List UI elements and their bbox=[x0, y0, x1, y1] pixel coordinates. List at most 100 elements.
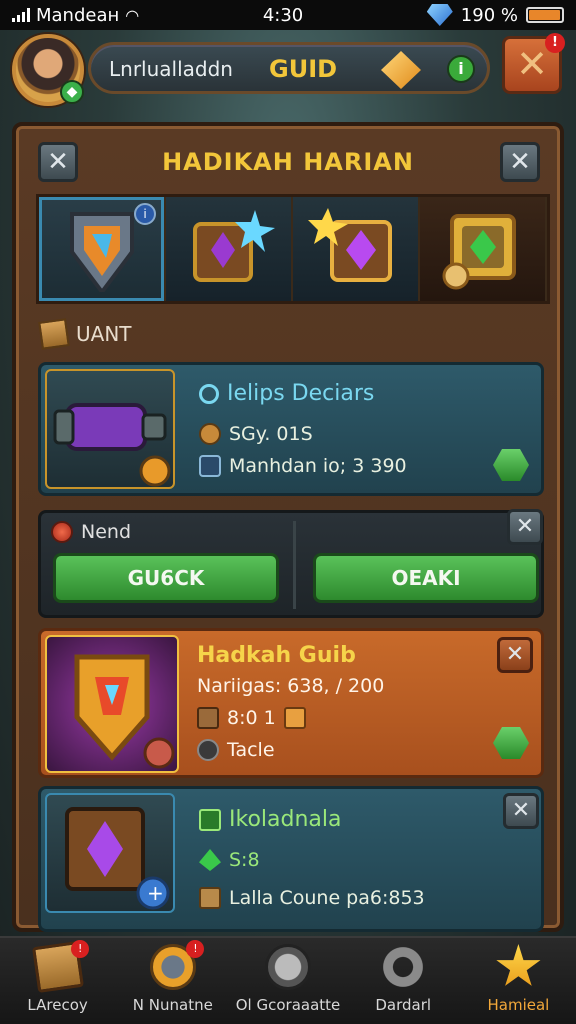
orb-button-icon bbox=[265, 944, 311, 990]
crystal-chest-icon bbox=[192, 210, 275, 282]
player-header: ◆ Lnrlualladdn GUID i ✕ ! bbox=[8, 33, 568, 106]
item1-line3: Manhdan io; 3 390 bbox=[229, 455, 407, 477]
nav-badge: ! bbox=[71, 940, 90, 958]
scroll-icon bbox=[199, 455, 221, 477]
claim-gem-icon[interactable] bbox=[493, 449, 529, 481]
reward-card-amethyst[interactable] bbox=[293, 197, 420, 301]
item1-line2: SGy. 01S bbox=[229, 423, 313, 445]
orb-icon bbox=[51, 521, 73, 543]
quest-item-cannon[interactable]: Ielips Deciars SGy. 01S Manhdan io; 3 39… bbox=[38, 362, 544, 496]
nav-label: N Nunatne bbox=[132, 996, 213, 1014]
notification-badge: ! bbox=[545, 33, 565, 53]
item4-line2: S:8 bbox=[229, 849, 260, 871]
crystal-frame-icon: + bbox=[65, 807, 170, 910]
quest-item-guild[interactable]: Hadkah Guib Nariigas: 638, / 200 8:0 1 T… bbox=[38, 628, 544, 778]
daily-quest-panel: ✕ HADIKAH HARIAN ✕ i UANT Ielips Deciars… bbox=[12, 122, 564, 932]
item1-title: Ielips Deciars bbox=[227, 381, 375, 406]
item4-title-row: Ikoladnala bbox=[199, 807, 341, 832]
deal-button[interactable]: OEAKI bbox=[313, 553, 539, 603]
hand-icon bbox=[283, 707, 306, 729]
at-icon bbox=[199, 383, 219, 404]
check-button[interactable]: GU6CK bbox=[53, 553, 279, 603]
player-name: Lnrlualladdn bbox=[109, 57, 233, 81]
item3-close-button[interactable]: ✕ bbox=[497, 637, 533, 673]
battery-icon bbox=[525, 7, 564, 23]
sword-icon bbox=[199, 887, 221, 909]
amethyst-chest-icon bbox=[307, 208, 392, 282]
item2-label-row: Nend bbox=[51, 521, 131, 543]
gem-icon bbox=[426, 4, 453, 26]
info-icon[interactable]: i bbox=[447, 55, 475, 83]
section-header: UANT bbox=[38, 318, 132, 350]
item1-line2-row: SGy. 01S bbox=[199, 423, 313, 445]
carrier-name: Mandeaн bbox=[36, 4, 120, 26]
wifi-icon: ◠ bbox=[125, 5, 140, 25]
cannon-icon bbox=[53, 403, 171, 487]
item3-line2: Nariigas: 638, / 200 bbox=[197, 675, 385, 697]
panel-title: HADIKAH HARIAN bbox=[162, 148, 414, 176]
wrench-icon bbox=[380, 944, 427, 990]
item2-label: Nend bbox=[81, 521, 132, 543]
green-gem-icon bbox=[199, 849, 221, 871]
item3-title-row: Hadkah Guib bbox=[197, 643, 356, 668]
checkbox-icon bbox=[199, 808, 221, 831]
reward-card-row: i bbox=[36, 194, 550, 304]
reward-card-shield[interactable]: i bbox=[39, 197, 166, 301]
coin-icon bbox=[199, 423, 221, 445]
nav-label: Dardarl bbox=[375, 996, 432, 1014]
guild-relic-thumbnail bbox=[45, 635, 179, 773]
item4-line3-row: Lalla Coune pa6:853 bbox=[199, 887, 425, 909]
level-badge: ◆ bbox=[60, 80, 84, 104]
clock: 4:30 bbox=[262, 4, 304, 26]
nav-tab-home[interactable]: Hamieal bbox=[461, 938, 576, 1024]
emerald-chest-icon bbox=[442, 214, 516, 290]
item3-line4: Tacle bbox=[227, 739, 275, 761]
nav-tab-missions[interactable]: ! N Nunatne bbox=[115, 938, 230, 1024]
reward-card-emerald[interactable] bbox=[420, 197, 547, 301]
item3-title: Hadkah Guib bbox=[197, 643, 356, 668]
cannon-thumbnail bbox=[45, 369, 175, 489]
close-main-button[interactable]: ✕ ! bbox=[502, 33, 565, 94]
nav-tab-guild[interactable]: Ol Gcoraaatte bbox=[230, 938, 345, 1024]
crate-icon bbox=[38, 318, 70, 350]
item1-title-row: Ielips Deciars bbox=[199, 381, 374, 406]
item3-line3: 8:0 1 bbox=[227, 707, 276, 729]
reward-card-crystal-chest[interactable] bbox=[166, 197, 293, 301]
frame-thumbnail: + bbox=[45, 793, 175, 913]
guild-label: GUID bbox=[269, 55, 338, 83]
svg-text:+: + bbox=[147, 881, 164, 905]
gear-icon bbox=[197, 739, 219, 761]
item1-line3-row: Manhdan io; 3 390 bbox=[199, 455, 407, 477]
item3-line2-row: Nariigas: 638, / 200 bbox=[197, 675, 384, 697]
nav-tab-forge[interactable]: Dardarl bbox=[346, 938, 461, 1024]
claim-gem-icon[interactable] bbox=[493, 727, 529, 759]
section-label: UANT bbox=[76, 322, 132, 346]
panel-close-right-button[interactable]: ✕ bbox=[500, 142, 540, 182]
item4-line3: Lalla Coune pa6:853 bbox=[229, 887, 425, 909]
ore-icon bbox=[197, 707, 219, 729]
card-info-icon[interactable]: i bbox=[134, 203, 156, 225]
item3-line3-row: 8:0 1 bbox=[197, 707, 306, 729]
shield-icon bbox=[69, 212, 134, 292]
item4-title: Ikoladnala bbox=[229, 807, 342, 832]
nav-tab-inventory[interactable]: ! LArecoy bbox=[0, 938, 115, 1024]
guild-crystal-icon bbox=[381, 51, 421, 89]
status-bar: Mandeaн ◠ 4:30 190 % bbox=[0, 0, 576, 30]
divider bbox=[293, 521, 296, 609]
nav-label: LArecoy bbox=[27, 996, 88, 1014]
guild-bar[interactable]: Lnrlualladdn GUID i bbox=[88, 42, 490, 94]
guild-relic-icon bbox=[74, 654, 175, 769]
item4-line2-row: S:8 bbox=[199, 849, 260, 871]
item4-close-button[interactable]: ✕ bbox=[503, 793, 539, 829]
item3-line4-row: Tacle bbox=[197, 739, 275, 761]
star-icon bbox=[496, 944, 541, 986]
nav-label: Ol Gcoraaatte bbox=[235, 996, 341, 1014]
quest-item-frame[interactable]: + Ikoladnala S:8 Lalla Coune pa6:853 ✕ bbox=[38, 786, 544, 932]
item2-close-button[interactable]: ✕ bbox=[507, 509, 543, 545]
battery-percent: 190 % bbox=[460, 4, 518, 26]
quest-item-choice: Nend GU6CK OEAKI ✕ bbox=[38, 509, 544, 618]
player-avatar[interactable]: ◆ bbox=[12, 34, 84, 106]
nav-badge: ! bbox=[186, 940, 205, 958]
bottom-nav: ! LArecoy ! N Nunatne Ol Gcoraaatte Dard… bbox=[0, 936, 576, 1024]
signal-icon bbox=[12, 8, 30, 22]
